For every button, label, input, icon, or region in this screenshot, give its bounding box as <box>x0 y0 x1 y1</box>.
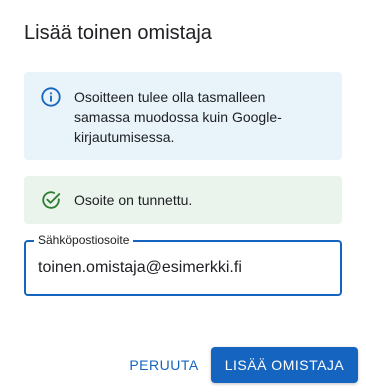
email-input[interactable] <box>38 256 328 280</box>
add-owner-dialog: Lisää toinen omistaja Osoitteen tulee ol… <box>0 0 366 392</box>
cancel-button[interactable]: PERUUTA <box>122 347 206 383</box>
success-message-text: Osoite on tunnettu. <box>74 192 193 208</box>
check-circle-icon <box>40 189 62 211</box>
info-message-text: Osoitteen tulee olla tasmalleen samassa … <box>74 89 282 145</box>
dialog-title: Lisää toinen omistaja <box>24 22 212 44</box>
info-message: Osoitteen tulee olla tasmalleen samassa … <box>24 72 342 160</box>
info-icon <box>40 86 62 108</box>
email-field-label: Sähköpostiosoite <box>34 233 134 247</box>
email-field[interactable]: Sähköpostiosoite <box>24 233 342 296</box>
success-message: Osoite on tunnettu. <box>24 176 342 224</box>
add-owner-button[interactable]: LISÄÄ OMISTAJA <box>211 347 358 383</box>
